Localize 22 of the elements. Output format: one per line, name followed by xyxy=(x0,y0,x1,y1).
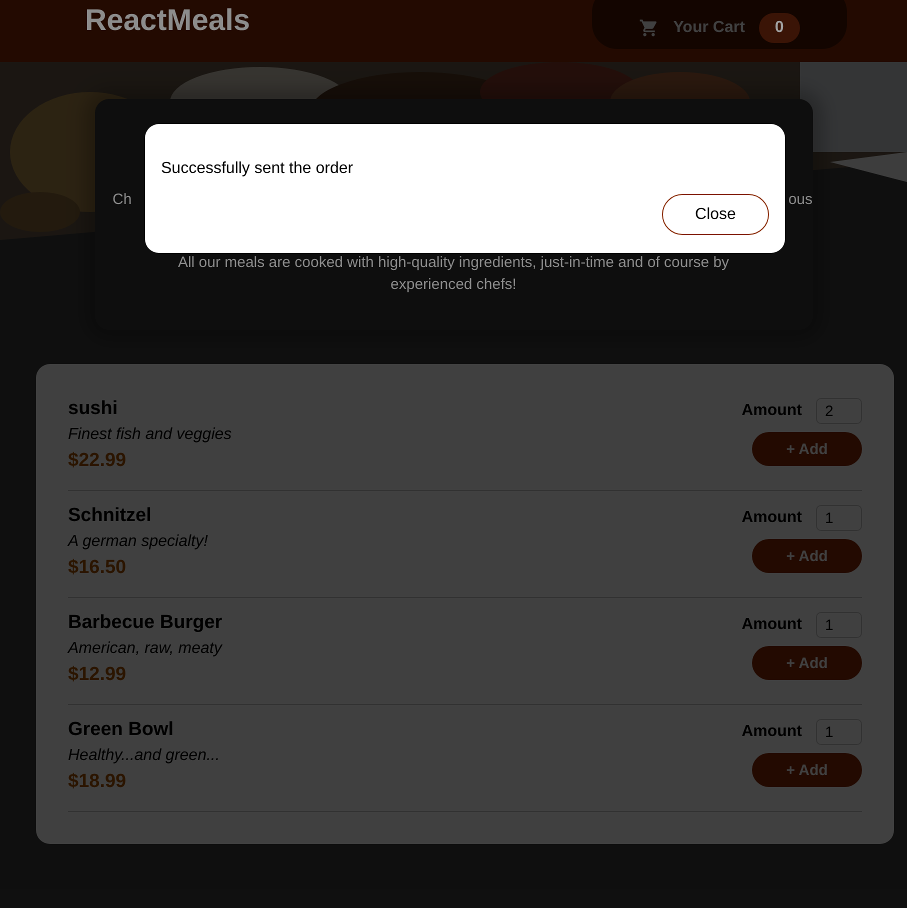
app-logo: ReactMeals xyxy=(85,4,250,38)
meal-description: Healthy...and green... xyxy=(68,747,220,765)
amount-label: Amount xyxy=(742,616,802,634)
meal-price: $16.50 xyxy=(68,557,128,579)
summary-text: ous xyxy=(788,191,812,208)
meal-price: $18.99 xyxy=(68,771,128,793)
summary-text: Ch xyxy=(112,191,132,208)
close-button[interactable]: Close xyxy=(662,194,769,235)
modal-message: Successfully sent the order xyxy=(161,160,354,178)
meal-price: $12.99 xyxy=(68,664,128,686)
amount-label: Amount xyxy=(742,723,802,741)
meal-name: Barbecue Burger xyxy=(68,612,222,634)
meal-name: sushi xyxy=(68,398,119,420)
amount-label: Amount xyxy=(742,509,802,527)
summary-paragraph: All our meals are cooked with high-quality ingredients, just-in-time and of course by experienced chefs! xyxy=(176,253,730,295)
meal-description: Finest fish and veggies xyxy=(68,426,232,444)
meal-name: Schnitzel xyxy=(68,505,152,527)
meal-price: $22.99 xyxy=(68,450,128,472)
amount-label: Amount xyxy=(742,402,802,420)
meal-name: Green Bowl xyxy=(68,719,175,741)
meal-description: A german specialty! xyxy=(68,533,208,551)
meal-description: American, raw, meaty xyxy=(68,640,222,658)
